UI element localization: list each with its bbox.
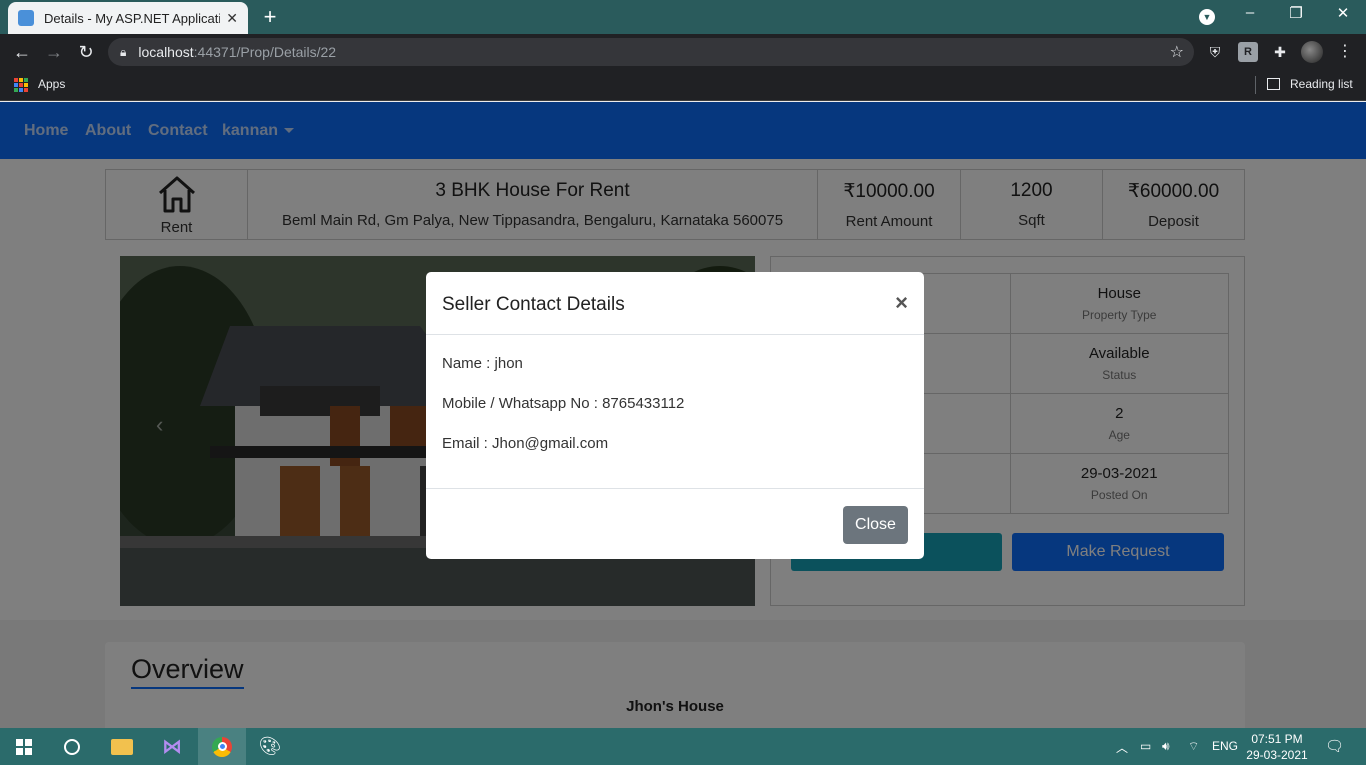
apps-grid-icon[interactable] bbox=[14, 78, 28, 92]
reading-list-icon[interactable] bbox=[1267, 78, 1280, 90]
windows-taskbar: ⋈ 🎨︎ ︿ ▭ 🔊︎ ⌔ ENG 07:51 PM 29-03-2021 🗨︎ bbox=[0, 728, 1366, 765]
extensions-puzzle-icon[interactable]: ✚ bbox=[1270, 42, 1290, 62]
close-button[interactable]: Close bbox=[843, 506, 908, 544]
favicon-icon bbox=[18, 10, 34, 26]
chrome-icon[interactable] bbox=[198, 728, 246, 765]
modal-header: Seller Contact Details × bbox=[426, 272, 924, 335]
seller-email: Email : Jhon@gmail.com bbox=[442, 435, 609, 452]
clock-time: 07:51 PM bbox=[1251, 732, 1303, 746]
bookmarks-divider bbox=[1255, 76, 1256, 94]
tray-chevron-icon[interactable]: ︿ bbox=[1116, 739, 1128, 756]
back-icon[interactable]: ← bbox=[10, 40, 34, 64]
seller-name: Name : jhon bbox=[442, 355, 523, 372]
minimize-icon[interactable]: – bbox=[1238, 4, 1262, 21]
address-bar[interactable]: 🔒︎ localhost:44371/Prop/Details/22 ☆ bbox=[108, 38, 1194, 66]
clock[interactable]: 07:51 PM 29-03-2021 bbox=[1242, 731, 1312, 763]
modal-close-icon[interactable]: × bbox=[895, 290, 908, 316]
file-explorer-icon[interactable] bbox=[98, 728, 146, 765]
url-host: localhost bbox=[138, 44, 194, 60]
lock-icon[interactable]: 🔒︎ bbox=[120, 45, 126, 60]
paint-icon[interactable]: 🎨︎ bbox=[246, 728, 294, 765]
apps-bookmark[interactable]: Apps bbox=[38, 77, 65, 91]
modal-body: Name : jhon Mobile / Whatsapp No : 87654… bbox=[442, 354, 684, 474]
clock-date: 29-03-2021 bbox=[1246, 748, 1308, 762]
profile-avatar[interactable] bbox=[1301, 41, 1323, 63]
bookmarks-bar: Apps Reading list bbox=[0, 70, 1366, 101]
browser-menu-icon[interactable]: ⋮ bbox=[1335, 42, 1355, 62]
seller-contact-modal: Seller Contact Details × Name : jhon Mob… bbox=[426, 272, 924, 559]
browser-tab-bar: Details - My ASP.NET Application ✕ + ▼ –… bbox=[0, 0, 1366, 34]
seller-mobile: Mobile / Whatsapp No : 8765433112 bbox=[442, 395, 685, 412]
web-page: Home About Contact kannan Rent 3 BHK Hou… bbox=[0, 102, 1366, 728]
tab-search-icon[interactable]: ▼ bbox=[1199, 9, 1215, 25]
r-extension-icon[interactable]: R bbox=[1238, 42, 1258, 62]
tab-title: Details - My ASP.NET Application bbox=[44, 10, 221, 26]
url-path: :44371/Prop/Details/22 bbox=[193, 44, 337, 60]
close-window-icon[interactable]: ✕ bbox=[1331, 4, 1355, 22]
close-tab-icon[interactable]: ✕ bbox=[226, 10, 238, 27]
restore-icon[interactable]: ❐ bbox=[1284, 4, 1308, 22]
bookmark-star-icon[interactable]: ☆ bbox=[1170, 42, 1184, 62]
reading-list-button[interactable]: Reading list bbox=[1290, 77, 1353, 91]
windows-logo-icon bbox=[16, 738, 32, 755]
notifications-icon[interactable]: 🗨︎ bbox=[1325, 737, 1344, 755]
browser-tab[interactable]: Details - My ASP.NET Application ✕ bbox=[8, 2, 248, 34]
start-button[interactable] bbox=[0, 728, 48, 765]
shield-extension-icon[interactable]: ⛨ bbox=[1205, 42, 1225, 62]
language-indicator[interactable]: ENG bbox=[1212, 739, 1238, 753]
reload-icon[interactable]: ↻ bbox=[74, 40, 98, 64]
search-circle-icon[interactable] bbox=[48, 728, 96, 765]
modal-title: Seller Contact Details bbox=[442, 294, 625, 315]
browser-toolbar: ← → ↻ 🔒︎ localhost:44371/Prop/Details/22… bbox=[0, 34, 1366, 70]
wifi-icon[interactable]: ⌔ bbox=[1188, 739, 1199, 754]
new-tab-button[interactable]: + bbox=[258, 4, 282, 30]
volume-icon[interactable]: 🔊︎ bbox=[1162, 739, 1170, 754]
modal-footer: Close bbox=[426, 488, 924, 559]
forward-icon[interactable]: → bbox=[42, 40, 66, 64]
battery-icon[interactable]: ▭ bbox=[1140, 739, 1151, 753]
visual-studio-icon[interactable]: ⋈ bbox=[148, 728, 196, 765]
